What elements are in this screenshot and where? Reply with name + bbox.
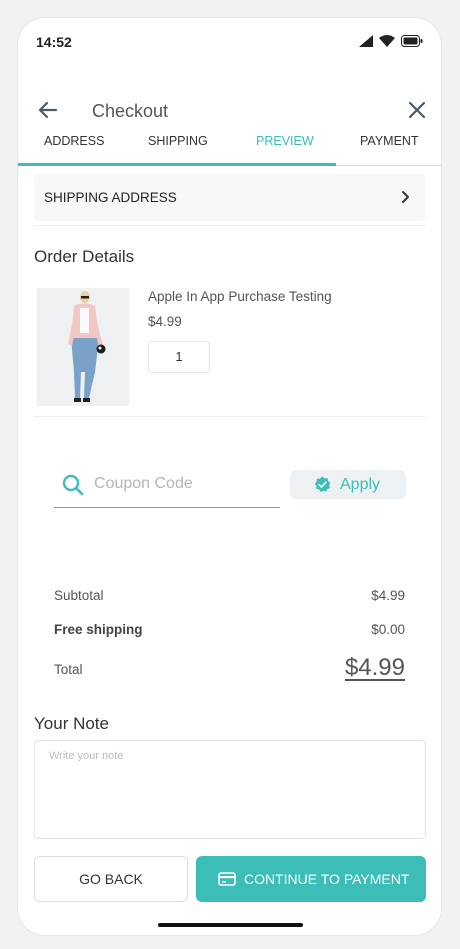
credit-card-icon [218,872,236,886]
home-indicator[interactable] [158,923,303,927]
subtotal-label: Subtotal [54,588,104,603]
go-back-button[interactable]: GO BACK [34,856,188,902]
close-icon[interactable] [405,98,429,122]
shipping-address-label: SHIPPING ADDRESS [44,190,177,205]
checkout-tabs: ADDRESS SHIPPING PREVIEW PAYMENT [18,130,441,166]
note-textarea[interactable] [35,741,425,838]
phone-screen: 14:52 Checkout ADDRESS SHIPPING PREVIEW … [17,17,442,936]
coupon-field [54,468,280,508]
verified-check-icon [314,476,331,492]
chevron-right-icon [402,191,409,203]
coupon-input[interactable] [94,472,274,496]
subtotal-value: $4.99 [371,588,405,603]
wifi-icon [379,35,395,47]
status-bar: 14:52 [18,18,441,66]
tab-progress-indicator [18,163,336,166]
quantity-field[interactable]: 1 [148,341,210,373]
shipping-value: $0.00 [371,622,405,637]
status-icons [359,35,423,47]
battery-icon [401,35,423,47]
product-name[interactable]: Apple In App Purchase Testing [148,289,332,304]
tab-shipping[interactable]: SHIPPING [148,134,208,148]
app-header: Checkout [18,78,441,128]
back-arrow-icon[interactable] [36,98,60,122]
tab-preview[interactable]: PREVIEW [256,134,314,148]
note-box [34,740,426,839]
tab-address[interactable]: ADDRESS [44,134,104,148]
signal-icon [359,35,373,47]
product-price: $4.99 [148,314,182,329]
shipping-address-row[interactable]: SHIPPING ADDRESS [34,174,425,221]
apply-button-label: Apply [340,476,381,493]
apply-coupon-button[interactable]: Apply [290,470,406,499]
search-icon [62,474,84,496]
divider [34,416,425,417]
product-image [37,288,129,406]
order-details-title: Order Details [34,247,135,266]
product-photo-illustration [37,288,129,406]
continue-button-label: CONTINUE TO PAYMENT [244,871,410,887]
continue-to-payment-button[interactable]: CONTINUE TO PAYMENT [196,856,426,902]
status-time: 14:52 [36,34,72,50]
note-title: Your Note [34,714,109,733]
total-value: $4.99 [344,654,405,681]
shipping-label: Free shipping [54,622,143,637]
total-label: Total [54,662,83,677]
divider [34,225,425,226]
tab-payment[interactable]: PAYMENT [360,134,419,148]
page-title: Checkout [92,101,169,121]
